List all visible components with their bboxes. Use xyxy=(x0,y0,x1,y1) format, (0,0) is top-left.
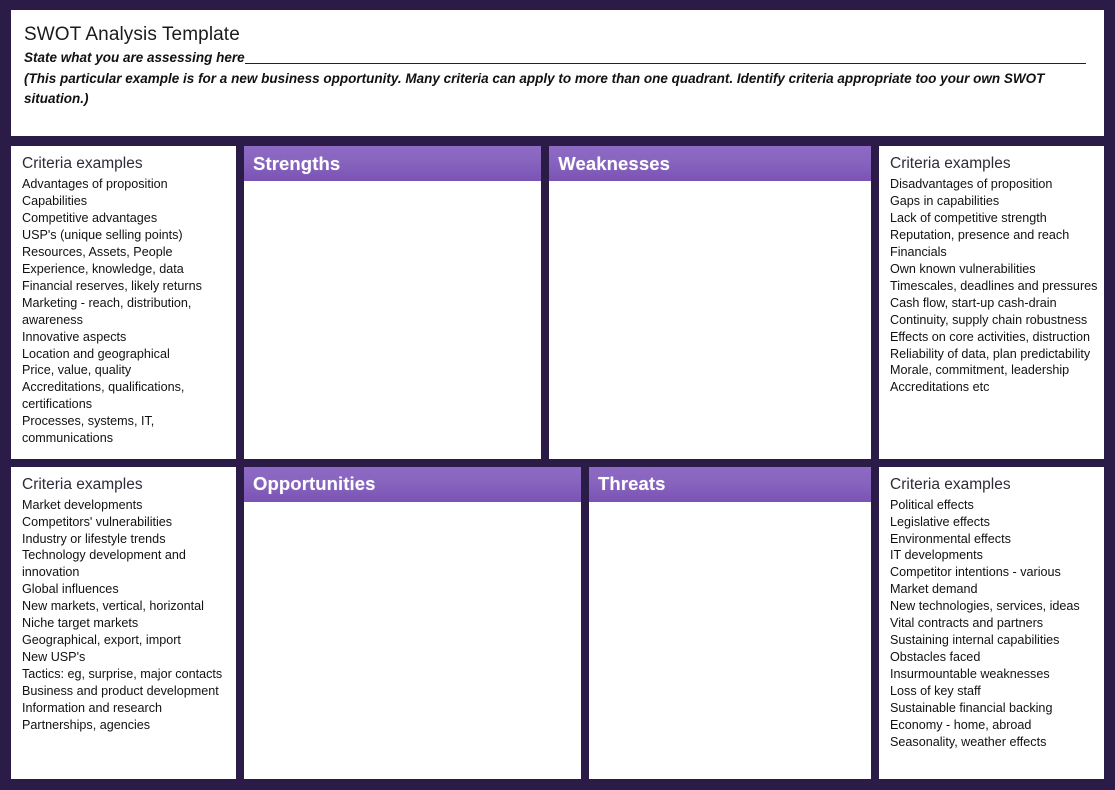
assessment-subject-blank-rule[interactable] xyxy=(244,62,1086,64)
swot-grid: Criteria examples Advantages of proposit… xyxy=(10,145,1106,780)
list-item: Financial reserves, likely returns xyxy=(22,278,202,293)
list-item: Marketing - reach, distribution, awarene… xyxy=(22,295,192,327)
page-title: SWOT Analysis Template xyxy=(24,24,240,45)
list-item: Gaps in capabilities xyxy=(890,194,1000,209)
list-item: New technologies, services, ideas xyxy=(890,599,1080,614)
list-item: Market developments xyxy=(22,497,143,512)
list-item: Experience, knowledge, data xyxy=(22,261,184,276)
list-item: Reputation, presence and reach xyxy=(890,227,1070,242)
list-item: Geographical, export, import xyxy=(22,633,181,648)
list-item: Timescales, deadlines and pressures xyxy=(890,278,1098,293)
quadrant-title: Threats xyxy=(598,473,666,494)
header-box: SWOT Analysis Template State what you ar… xyxy=(10,9,1105,137)
list-item: Economy - home, abroad xyxy=(890,717,1032,732)
list-item: USP's (unique selling points) xyxy=(22,227,183,242)
criteria-column-opportunities: Criteria examples Market developments Co… xyxy=(10,465,237,780)
list-item: New USP's xyxy=(22,650,86,665)
list-item: Sustainable financial backing xyxy=(890,700,1053,715)
list-item: Information and research xyxy=(22,700,163,715)
criteria-title: Criteria examples xyxy=(890,475,1011,493)
criteria-title: Criteria examples xyxy=(890,155,1011,172)
list-item: Advantages of proposition xyxy=(22,177,168,192)
list-item: Obstacles faced xyxy=(890,650,981,665)
list-item: Financials xyxy=(890,244,947,259)
quadrant-header-opportunities: Opportunities xyxy=(244,466,582,502)
quadrant-input-weaknesses[interactable] xyxy=(549,181,871,459)
list-item: Continuity, supply chain robustness xyxy=(890,312,1088,327)
list-item: Industry or lifestyle trends xyxy=(22,531,166,546)
template-note: (This particular example is for a new bu… xyxy=(24,70,1045,106)
list-item: Reliability of data, plan predictability xyxy=(890,346,1091,361)
quadrant-header-threats: Threats xyxy=(589,466,872,502)
list-item: Partnerships, agencies xyxy=(22,717,151,732)
quadrant-threats[interactable]: Threats xyxy=(588,465,873,780)
quadrant-title: Opportunities xyxy=(253,473,376,494)
criteria-list-threats: Political effects Legislative effects En… xyxy=(890,497,1099,751)
list-item: Technology development and innovation xyxy=(22,548,186,580)
criteria-list-strengths: Advantages of proposition Capabilities C… xyxy=(22,176,231,447)
assessment-subject-label: State what you are assessing here xyxy=(24,49,245,65)
list-item: Global influences xyxy=(22,582,119,597)
list-item: New markets, vertical, horizontal xyxy=(22,599,204,614)
swot-row-bottom: Criteria examples Market developments Co… xyxy=(10,465,1106,780)
list-item: Niche target markets xyxy=(22,616,139,631)
quadrant-title: Strengths xyxy=(253,152,341,174)
list-item: Tactics: eg, surprise, major contacts xyxy=(22,667,223,682)
quadrant-weaknesses[interactable]: Weaknesses xyxy=(548,145,872,460)
list-item: Price, value, quality xyxy=(22,363,132,378)
list-item: Resources, Assets, People xyxy=(22,244,173,259)
swot-template-page: SWOT Analysis Template State what you ar… xyxy=(0,0,1115,790)
quadrant-input-threats[interactable] xyxy=(589,501,872,779)
list-item: Legislative effects xyxy=(890,514,990,529)
list-item: Loss of key staff xyxy=(890,683,981,698)
list-item: Vital contracts and partners xyxy=(890,616,1044,631)
quadrant-input-opportunities[interactable] xyxy=(244,501,582,779)
list-item: IT developments xyxy=(890,548,983,563)
quadrant-input-strengths[interactable] xyxy=(244,181,542,459)
list-item: Insurmountable weaknesses xyxy=(890,667,1050,682)
list-item: Processes, systems, IT, communications xyxy=(22,414,155,446)
list-item: Competitors' vulnerabilities xyxy=(22,514,173,529)
criteria-title: Criteria examples xyxy=(22,475,143,493)
list-item: Morale, commitment, leadership xyxy=(890,363,1070,378)
list-item: Lack of competitive strength xyxy=(890,211,1047,226)
criteria-list-weaknesses: Disadvantages of proposition Gaps in cap… xyxy=(890,176,1099,396)
quadrant-header-weaknesses: Weaknesses xyxy=(549,146,871,181)
list-item: Sustaining internal capabilities xyxy=(890,633,1060,648)
list-item: Seasonality, weather effects xyxy=(890,734,1047,749)
list-item: Competitor intentions - various xyxy=(890,565,1061,580)
quadrant-header-strengths: Strengths xyxy=(244,146,542,181)
list-item: Location and geographical xyxy=(22,346,170,361)
criteria-title: Criteria examples xyxy=(22,155,143,172)
quadrant-opportunities[interactable]: Opportunities xyxy=(243,465,583,780)
quadrant-strengths[interactable]: Strengths xyxy=(243,145,543,460)
criteria-list-opportunities: Market developments Competitors' vulnera… xyxy=(22,497,231,734)
criteria-column-threats: Criteria examples Political effects Legi… xyxy=(878,465,1106,780)
list-item: Innovative aspects xyxy=(22,329,127,344)
list-item: Market demand xyxy=(890,582,978,597)
list-item: Effects on core activities, distruction xyxy=(890,329,1090,344)
list-item: Disadvantages of proposition xyxy=(890,177,1053,192)
quadrant-title: Weaknesses xyxy=(558,152,670,174)
list-item: Own known vulnerabilities xyxy=(890,261,1036,276)
list-item: Competitive advantages xyxy=(22,211,158,226)
criteria-column-strengths: Criteria examples Advantages of proposit… xyxy=(10,145,237,460)
list-item: Capabilities xyxy=(22,194,88,209)
list-item: Accreditations, qualifications, certific… xyxy=(22,380,185,412)
assessment-subject-line: State what you are assessing here xyxy=(24,49,1086,67)
list-item: Environmental effects xyxy=(890,531,1011,546)
list-item: Accreditations etc xyxy=(890,380,990,395)
swot-row-top: Criteria examples Advantages of proposit… xyxy=(10,145,1105,460)
list-item: Cash flow, start-up cash-drain xyxy=(890,295,1057,310)
list-item: Business and product development xyxy=(22,683,219,698)
criteria-column-weaknesses: Criteria examples Disadvantages of propo… xyxy=(878,145,1105,460)
list-item: Political effects xyxy=(890,497,974,512)
